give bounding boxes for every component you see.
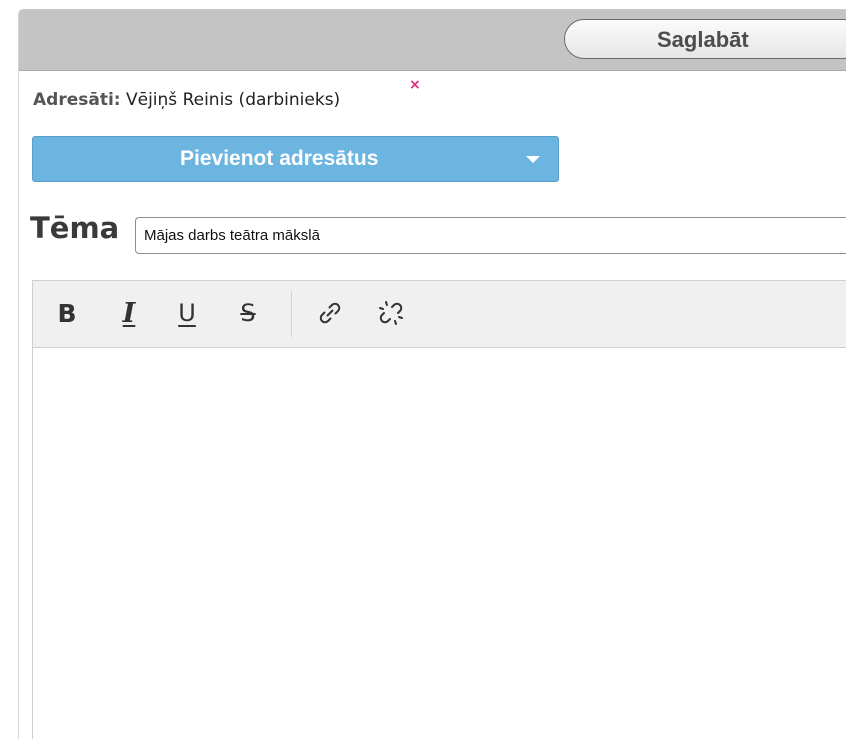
subject-input[interactable] xyxy=(135,217,846,254)
top-toolbar: Saglabāt xyxy=(19,10,846,71)
add-recipients-label: Pievienot adresātus xyxy=(180,147,379,170)
insert-link-button[interactable] xyxy=(312,295,348,331)
editor-toolbar: B I U S xyxy=(33,281,846,348)
rich-text-editor: B I U S xyxy=(32,280,846,739)
message-body-editor[interactable] xyxy=(33,348,846,739)
underline-button[interactable]: U xyxy=(169,295,205,331)
chevron-down-icon xyxy=(526,156,540,163)
bold-button[interactable]: B xyxy=(49,295,85,331)
italic-button[interactable]: I xyxy=(111,295,147,331)
remove-link-button[interactable] xyxy=(373,295,409,331)
message-compose-panel: Saglabāt Adresāti: Vējiņš Reinis (darbin… xyxy=(18,9,846,739)
unlink-icon xyxy=(379,301,403,325)
link-icon xyxy=(319,302,341,324)
recipients-row: Adresāti: Vējiņš Reinis (darbinieks) xyxy=(33,90,340,110)
subject-label: Tēma xyxy=(30,211,120,245)
recipient-name: Vējiņš Reinis (darbinieks) xyxy=(126,90,341,110)
remove-recipient-icon[interactable]: × xyxy=(409,78,421,92)
recipients-label: Adresāti: xyxy=(33,90,121,110)
save-button[interactable]: Saglabāt xyxy=(564,19,846,59)
toolbar-divider xyxy=(291,291,292,337)
strikethrough-button[interactable]: S xyxy=(230,295,266,331)
add-recipients-dropdown[interactable]: Pievienot adresātus xyxy=(32,136,559,182)
